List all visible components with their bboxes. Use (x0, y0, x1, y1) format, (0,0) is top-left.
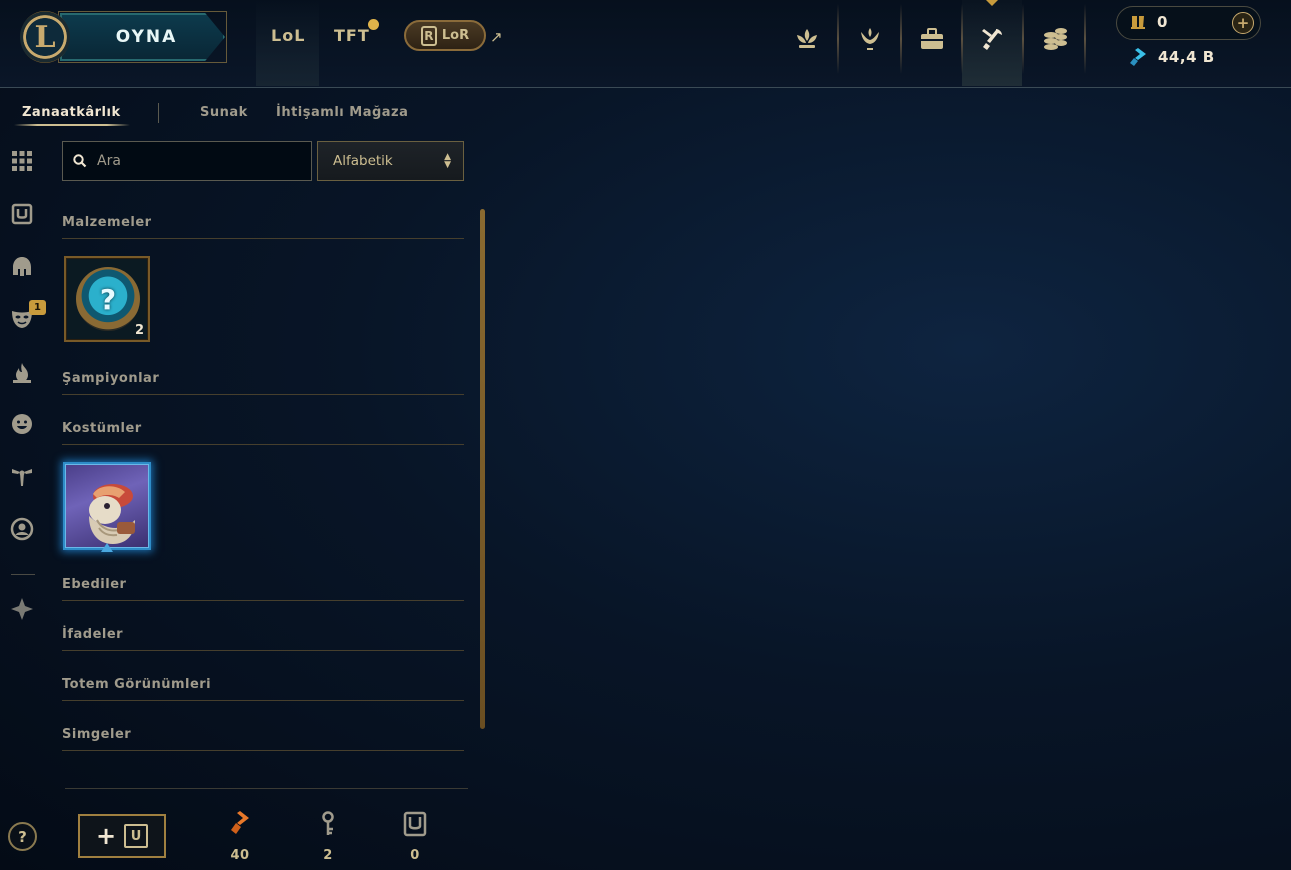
play-button-label: OYNA (115, 27, 178, 47)
helmet-icon[interactable] (8, 253, 36, 281)
ward-icon[interactable] (8, 462, 36, 490)
league-logo[interactable]: L (20, 11, 70, 63)
add-rp-button[interactable]: + (1232, 12, 1254, 34)
collection-icon[interactable] (908, 18, 956, 60)
section-divider (62, 394, 464, 395)
sort-dropdown[interactable]: Alfabetik ▲ ▼ (317, 141, 464, 181)
subtab-active-underline (14, 124, 130, 126)
active-tab-marker (986, 0, 998, 6)
orange-essence-count: 40 (230, 848, 250, 863)
updown-chevron-icon: ▲ ▼ (444, 152, 451, 170)
section-title-skins[interactable]: Kostümler (62, 421, 142, 436)
search-input[interactable] (97, 153, 297, 169)
tab-lor-label: LoR (441, 28, 470, 43)
section-divider (62, 238, 464, 239)
section-title-champions[interactable]: Şampiyonlar (62, 371, 159, 386)
icon-separator (837, 4, 839, 74)
section-title-emotes[interactable]: İfadeler (62, 627, 123, 642)
section-divider (62, 600, 464, 601)
footer-divider (65, 788, 468, 789)
orange-essence-icon (231, 811, 249, 834)
blue-essence-value: 44,4 B (1158, 48, 1215, 66)
section-divider (62, 650, 464, 651)
logo-letter: L (34, 19, 56, 55)
mystery-orb-icon: ? (76, 267, 140, 331)
chest-icon[interactable] (8, 200, 36, 228)
chest-count: 0 (410, 848, 420, 863)
external-link-icon: ↗ (490, 28, 503, 46)
riot-points-value: 0 (1157, 13, 1168, 31)
icon-separator (900, 4, 902, 74)
icon-separator (1022, 4, 1024, 74)
sort-dropdown-label: Alfabetik (333, 153, 393, 169)
search-box[interactable] (62, 141, 312, 181)
subtab-crafting[interactable]: Zanaatkârlık (22, 105, 121, 120)
lor-r-icon: R (420, 25, 437, 46)
subtab-altar[interactable]: Sunak (200, 105, 248, 120)
tab-lol[interactable]: LoL (271, 26, 305, 45)
emote-icon[interactable] (8, 410, 36, 438)
blue-essence-icon (1130, 48, 1146, 66)
icon-separator (961, 4, 963, 74)
loot-crafting-icon[interactable] (968, 18, 1016, 60)
section-divider (62, 750, 464, 751)
notification-badge: 1 (29, 300, 46, 315)
chest-icon: U (124, 824, 149, 848)
help-button[interactable]: ? (8, 822, 37, 851)
loot-item-skin-shard[interactable] (63, 462, 151, 550)
section-title-ward-skins[interactable]: Totem Görünümleri (62, 677, 211, 692)
section-title-eternals[interactable]: Ebediler (62, 577, 126, 592)
skin-shard-indicator-icon (101, 543, 113, 552)
tab-tft[interactable]: TFT (334, 26, 370, 45)
store-coins-icon[interactable] (1031, 18, 1079, 60)
key-icon (322, 811, 334, 835)
subtab-separator (158, 103, 159, 123)
section-title-icons[interactable]: Simgeler (62, 727, 131, 742)
subtab-mythic-shop[interactable]: İhtişamlı Mağaza (276, 105, 408, 120)
riot-points-icon (1131, 16, 1145, 29)
play-button[interactable]: OYNA (60, 13, 225, 61)
list-scrollbar[interactable] (480, 209, 485, 729)
honor-icon[interactable] (846, 18, 894, 60)
eternal-icon[interactable] (8, 595, 36, 623)
add-chest-button[interactable]: + U (78, 814, 166, 858)
grid-icon[interactable] (8, 147, 36, 175)
rail-separator (11, 574, 35, 575)
plus-icon: + (95, 822, 117, 850)
loot-item-mystery-orb[interactable]: ? 2 (64, 256, 150, 342)
search-icon (73, 154, 87, 168)
section-divider (62, 700, 464, 701)
section-title-materials: Malzemeler (62, 215, 152, 230)
item-count: 2 (134, 323, 144, 338)
tft-notification-dot (368, 19, 379, 30)
profile-lotus-icon[interactable] (783, 18, 831, 60)
profile-icon[interactable] (8, 515, 36, 543)
skin-art-image (89, 484, 135, 544)
tab-lor[interactable]: R LoR (404, 20, 486, 51)
flame-icon[interactable] (8, 359, 36, 387)
chest-icon (403, 811, 427, 837)
section-divider (62, 444, 464, 445)
icon-separator (1084, 4, 1086, 74)
key-count: 2 (323, 848, 333, 863)
